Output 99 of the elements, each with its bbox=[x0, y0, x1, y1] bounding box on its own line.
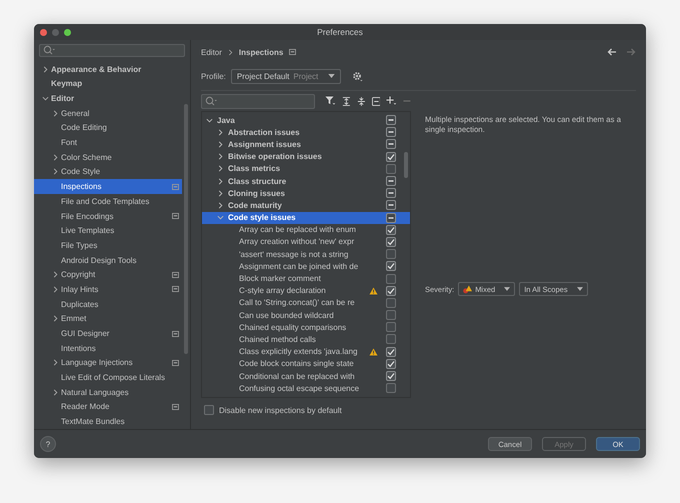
checkbox[interactable] bbox=[386, 249, 396, 260]
checkbox[interactable] bbox=[386, 224, 396, 235]
breadcrumb-item[interactable]: Editor bbox=[201, 48, 222, 56]
inspection-row[interactable]: Assignment issues bbox=[202, 138, 410, 151]
settings-item[interactable]: Android Design Tools bbox=[34, 252, 182, 268]
settings-item[interactable]: Live Edit of Compose Literals bbox=[34, 370, 182, 385]
inspection-row[interactable]: Class metrics bbox=[202, 162, 410, 175]
settings-item[interactable]: Natural Languages bbox=[34, 384, 182, 400]
inspection-row[interactable]: Conditional can be replaced with bbox=[202, 370, 410, 382]
checkbox[interactable] bbox=[386, 346, 396, 357]
checkbox[interactable] bbox=[386, 310, 396, 320]
minus-square-icon[interactable] bbox=[372, 96, 380, 106]
settings-item[interactable]: TextMate Bundles bbox=[34, 414, 182, 429]
inspection-row[interactable]: Java bbox=[202, 114, 410, 126]
inspection-row[interactable]: Array can be replaced with enum bbox=[202, 224, 410, 236]
settings-item[interactable]: GUI Designer bbox=[34, 326, 182, 341]
settings-item[interactable]: Copyright bbox=[34, 267, 182, 282]
inspection-row[interactable]: Cloning issues bbox=[202, 187, 410, 200]
breadcrumb-item[interactable]: Inspections bbox=[238, 48, 284, 56]
chevron-icon bbox=[228, 48, 233, 56]
settings-item[interactable]: Live Templates bbox=[34, 223, 182, 238]
inspection-row[interactable]: Confusing octal escape sequence bbox=[202, 382, 410, 394]
settings-item[interactable]: Intentions bbox=[34, 340, 182, 356]
settings-item[interactable]: File Encodings bbox=[34, 208, 182, 224]
checkbox[interactable] bbox=[386, 371, 396, 382]
expand-all-icon[interactable] bbox=[342, 96, 351, 106]
caret-icon bbox=[576, 287, 583, 291]
inspection-row[interactable]: Array creation without 'new' expr bbox=[202, 236, 410, 248]
checkbox[interactable] bbox=[386, 274, 396, 284]
filter-icon[interactable] bbox=[325, 96, 336, 106]
scrollbar[interactable] bbox=[404, 152, 408, 178]
inspection-row[interactable]: Block marker comment bbox=[202, 272, 410, 285]
inspection-row[interactable]: Bitwise operation issues bbox=[202, 150, 410, 163]
checkbox[interactable] bbox=[386, 115, 396, 126]
profile-dropdown[interactable]: Project Default Project bbox=[230, 68, 342, 84]
checkbox[interactable] bbox=[386, 188, 396, 198]
checkbox[interactable] bbox=[386, 298, 396, 308]
settings-icon[interactable] bbox=[352, 70, 364, 82]
settings-item[interactable]: Code Editing bbox=[34, 120, 182, 136]
inspection-row[interactable]: Code maturity bbox=[202, 199, 410, 212]
inspection-row[interactable]: Class structure bbox=[202, 174, 410, 188]
add-icon[interactable] bbox=[386, 96, 398, 106]
checkbox-label: Disable new inspections by default bbox=[219, 406, 342, 414]
inspection-row[interactable]: Call to 'String.concat()' can be re bbox=[202, 296, 410, 309]
caret-icon bbox=[328, 74, 336, 78]
settings-item[interactable]: File and Code Templates bbox=[34, 194, 182, 209]
settings-item[interactable]: File Types bbox=[34, 238, 182, 253]
settings-item[interactable]: Reader Mode bbox=[34, 400, 182, 414]
caret-icon bbox=[504, 287, 510, 291]
settings-item[interactable]: Color Scheme bbox=[34, 150, 182, 165]
settings-item[interactable]: Inspections bbox=[34, 179, 182, 194]
checkbox[interactable] bbox=[204, 405, 214, 415]
search-field[interactable] bbox=[39, 44, 185, 57]
inspection-row[interactable]: Class explicitly extends 'java.lang bbox=[202, 346, 410, 358]
settings-item[interactable]: Appearance & Behavior bbox=[34, 62, 182, 76]
settings-item[interactable]: Editor bbox=[34, 91, 182, 106]
settings-item[interactable]: Font bbox=[34, 135, 182, 150]
back-arrow-icon[interactable] bbox=[607, 48, 617, 56]
settings-item[interactable]: General bbox=[34, 106, 182, 121]
checkbox[interactable] bbox=[386, 261, 396, 272]
inspection-row[interactable]: Chained equality comparisons bbox=[202, 321, 410, 334]
collapse-all-icon[interactable] bbox=[356, 96, 366, 106]
inspection-row[interactable]: C-style array declaration bbox=[202, 284, 410, 297]
mixed-severity-icon bbox=[463, 284, 472, 294]
filter-search-field[interactable] bbox=[201, 94, 316, 108]
checkbox[interactable] bbox=[386, 236, 396, 247]
settings-item[interactable]: Keymap bbox=[34, 76, 182, 92]
checkbox[interactable] bbox=[386, 358, 396, 369]
window-title: Preferences bbox=[317, 27, 363, 37]
settings-item[interactable]: Language Injections bbox=[34, 356, 182, 370]
checkbox[interactable] bbox=[386, 322, 396, 332]
inspection-row[interactable]: Abstraction issues bbox=[202, 126, 410, 138]
checkbox[interactable] bbox=[386, 164, 396, 174]
settings-item[interactable]: Code Style bbox=[34, 164, 182, 180]
help-button[interactable]: ? bbox=[40, 436, 56, 452]
inspection-row[interactable]: Assignment can be joined with de bbox=[202, 260, 410, 272]
settings-item[interactable]: Inlay Hints bbox=[34, 282, 182, 297]
checkbox[interactable] bbox=[386, 200, 396, 210]
settings-item[interactable]: Duplicates bbox=[34, 296, 182, 312]
profile-label: Profile: bbox=[201, 72, 226, 80]
inspection-row[interactable]: Code block contains single state bbox=[202, 358, 410, 370]
inspection-row[interactable]: 'assert' message is not a string bbox=[202, 248, 410, 260]
checkbox[interactable] bbox=[386, 152, 396, 162]
inspection-row[interactable]: Chained method calls bbox=[202, 333, 410, 346]
checkbox[interactable] bbox=[386, 383, 396, 394]
close-button[interactable] bbox=[40, 28, 47, 36]
search-icon bbox=[43, 45, 55, 56]
inspection-row[interactable]: Code style issues bbox=[202, 212, 410, 224]
checkbox[interactable] bbox=[386, 176, 396, 186]
checkbox[interactable] bbox=[386, 286, 396, 296]
settings-item[interactable]: Emmet bbox=[34, 312, 182, 326]
checkbox[interactable] bbox=[386, 139, 396, 150]
project-scope-icon bbox=[289, 49, 296, 55]
checkbox[interactable] bbox=[386, 212, 396, 223]
zoom-button[interactable] bbox=[64, 28, 71, 36]
inspection-row[interactable]: Can use bounded wildcard bbox=[202, 309, 410, 322]
checkbox[interactable] bbox=[386, 334, 396, 344]
search-icon bbox=[205, 96, 217, 106]
checkbox[interactable] bbox=[386, 127, 396, 138]
